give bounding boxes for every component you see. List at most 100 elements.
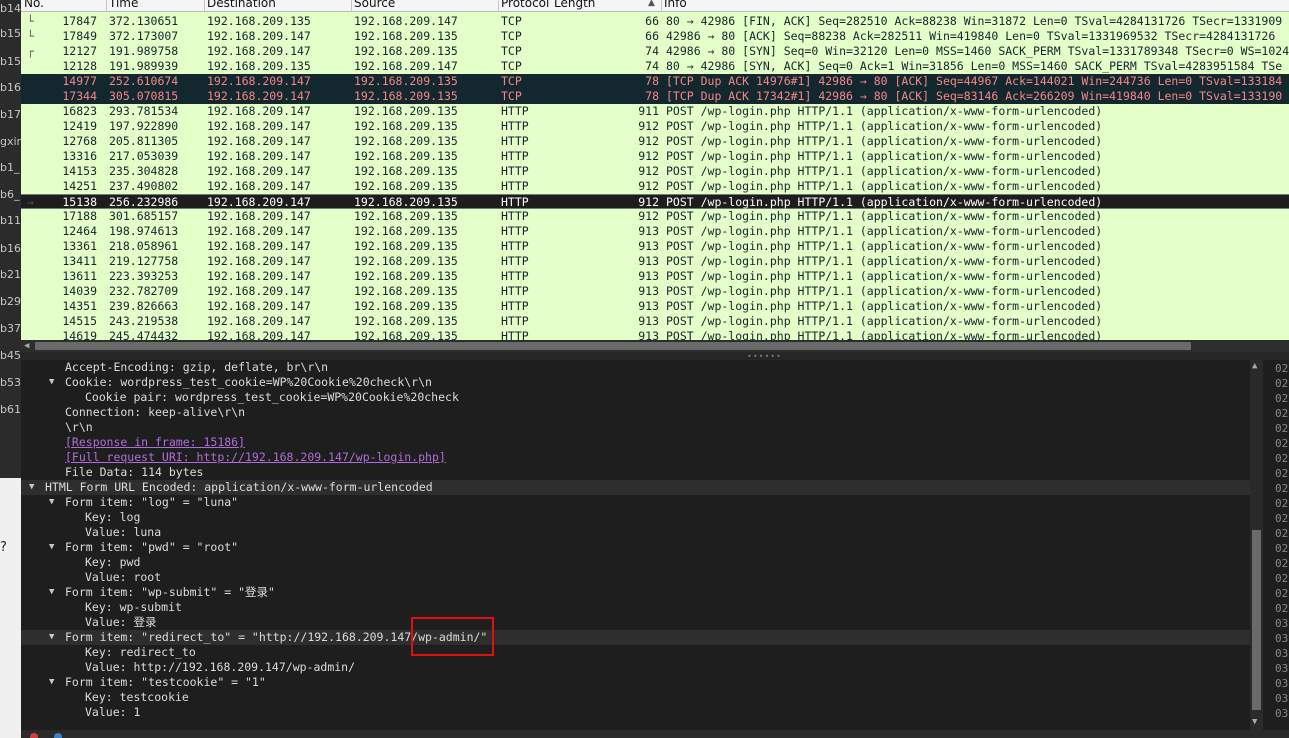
- background-window-label: b14: [0, 2, 21, 15]
- tree-leaf[interactable]: Value: luna: [21, 525, 1250, 540]
- expand-toggle-icon[interactable]: ▼: [49, 585, 59, 600]
- packet-row[interactable]: 14153 235.304828 192.168.209.147 192.168.20…: [21, 164, 1289, 179]
- packet-row[interactable]: └ 17847 372.130651 192.168.209.135 192.168.2…: [21, 14, 1289, 29]
- tree-leaf[interactable]: Key: pwd: [21, 555, 1250, 570]
- packet-number: 15138: [62, 195, 97, 209]
- capture-file-icon[interactable]: [54, 733, 62, 738]
- tree-leaf[interactable]: Key: testcookie: [21, 690, 1250, 705]
- packet-row[interactable]: 12768 205.811305 192.168.209.147 192.168.20…: [21, 134, 1289, 149]
- hscroll-thumb[interactable]: [35, 342, 1191, 350]
- tree-leaf[interactable]: Value: 登录: [21, 615, 1250, 630]
- tree-node[interactable]: ▼ Form item: "log" = "luna": [21, 495, 1250, 510]
- tree-leaf[interactable]: Key: log: [21, 510, 1250, 525]
- packet-row[interactable]: 14977 252.610674 192.168.209.147 192.168.20…: [21, 74, 1289, 89]
- tree-node[interactable]: ▼ Form item: "wp-submit" = "登录": [21, 585, 1250, 600]
- packet-row[interactable]: 16823 293.781534 192.168.209.147 192.168.20…: [21, 104, 1289, 119]
- packet-row[interactable]: 17344 305.070815 192.168.209.147 192.168.20…: [21, 89, 1289, 104]
- expand-toggle-icon[interactable]: ▼: [49, 495, 59, 510]
- packet-list-hscrollbar[interactable]: ◀: [21, 340, 1289, 352]
- tree-node[interactable]: ▼ Form item: "redirect_to" = "http://192.…: [21, 630, 1250, 645]
- scroll-down-icon[interactable]: ▼: [1252, 717, 1257, 727]
- packet-row[interactable]: ┌ 12127 191.989758 192.168.209.147 192.168.2…: [21, 44, 1289, 59]
- packet-protocol: HTTP: [501, 195, 529, 209]
- tree-text: Key: testcookie: [85, 690, 189, 704]
- expand-toggle-icon[interactable]: ▼: [29, 480, 39, 495]
- expert-info-icon[interactable]: [30, 733, 38, 738]
- packet-row[interactable]: 13411 219.127758 192.168.209.147 192.168.20…: [21, 254, 1289, 269]
- background-window-label: b16: [0, 242, 21, 255]
- col-time[interactable]: Time: [109, 0, 138, 10]
- packet-length: 913: [638, 269, 659, 283]
- packet-row[interactable]: 13611 223.393253 192.168.209.147 192.168.20…: [21, 269, 1289, 284]
- packet-row[interactable]: 17188 301.685157 192.168.209.147 192.168.20…: [21, 209, 1289, 224]
- tree-link-text[interactable]: [Response in frame: 15186]: [65, 435, 245, 450]
- packet-row[interactable]: 13316 217.053039 192.168.209.147 192.168.20…: [21, 149, 1289, 164]
- packet-destination: 192.168.209.147: [207, 44, 311, 58]
- bytes-offset: 02: [1275, 527, 1289, 540]
- packet-protocol: TCP: [501, 29, 522, 43]
- packet-row[interactable]: 12128 191.989939 192.168.209.135 192.168.20…: [21, 59, 1289, 74]
- background-window-label: b21: [0, 268, 21, 281]
- expand-toggle-icon[interactable]: ▼: [49, 630, 59, 645]
- packet-bytes-pane[interactable]: 02 02 02 02 02 02 02 02 02 02 02 02 02 02 02 02 02 03 03 03…: [1268, 360, 1289, 730]
- tree-leaf[interactable]: Value: 1: [21, 705, 1250, 720]
- scroll-left-icon[interactable]: ◀: [24, 340, 29, 352]
- packet-row[interactable]: 12464 198.974613 192.168.209.147 192.168.20…: [21, 224, 1289, 239]
- col-protocol[interactable]: Protocol: [501, 0, 549, 10]
- bytes-offset: 02: [1275, 542, 1289, 555]
- packet-time: 223.393253: [109, 269, 179, 283]
- tree-leaf[interactable]: Cookie pair: wordpress_test_cookie=WP%20…: [21, 390, 1250, 405]
- tree-leaf[interactable]: Accept-Encoding: gzip, deflate, br\r\n: [21, 360, 1250, 375]
- tree-leaf[interactable]: Connection: keep-alive\r\n: [21, 405, 1250, 420]
- col-source[interactable]: Source: [354, 0, 395, 10]
- vscroll-thumb[interactable]: [1252, 530, 1261, 710]
- tree-leaf[interactable]: File Data: 114 bytes: [21, 465, 1250, 480]
- bytes-offset: 02: [1275, 482, 1289, 495]
- col-info[interactable]: Info: [664, 0, 687, 10]
- pane-splitter[interactable]: ••••••: [21, 352, 1289, 361]
- packet-row-selected[interactable]: → 15138 256.232986 192.168.209.147 192.168.2…: [21, 194, 1289, 209]
- packet-row[interactable]: 14251 237.490802 192.168.209.147 192.168.20…: [21, 179, 1289, 194]
- tree-node[interactable]: ▼ Form item: "testcookie" = "1": [21, 675, 1250, 690]
- packet-destination: 192.168.209.147: [207, 74, 311, 88]
- tree-leaf[interactable]: [Response in frame: 15186]: [21, 435, 1250, 450]
- packet-rows: └ 17847 372.130651 192.168.209.135 192.168.2…: [21, 14, 1289, 344]
- tree-node[interactable]: ▼ HTML Form URL Encoded: application/x-ww…: [21, 480, 1250, 495]
- tree-text: Value: root: [85, 570, 162, 584]
- tree-leaf[interactable]: [Full request URI: http://192.168.209.14…: [21, 450, 1250, 465]
- packet-length: 78: [645, 89, 659, 103]
- packet-details-tree[interactable]: Accept-Encoding: gzip, deflate, br\r\n ▼ C…: [21, 360, 1250, 730]
- packet-destination: 192.168.209.147: [207, 134, 311, 148]
- packet-row[interactable]: 12419 197.922890 192.168.209.147 192.168.20…: [21, 119, 1289, 134]
- packet-length: 66: [645, 14, 659, 28]
- scroll-up-icon[interactable]: ▲: [1252, 361, 1257, 371]
- tree-node[interactable]: ▼ Cookie: wordpress_test_cookie=WP%20Cook…: [21, 375, 1250, 390]
- tree-leaf[interactable]: Value: root: [21, 570, 1250, 585]
- expand-toggle-icon[interactable]: ▼: [49, 675, 59, 690]
- col-length[interactable]: Length: [554, 0, 595, 10]
- col-no[interactable]: No.: [24, 0, 44, 10]
- details-vscrollbar[interactable]: ▲ ▼: [1250, 360, 1263, 730]
- packet-row[interactable]: 14351 239.826663 192.168.209.147 192.168.20…: [21, 299, 1289, 314]
- col-destination[interactable]: Destination: [207, 0, 276, 10]
- packet-list[interactable]: No. Time Destination Source Protocol Len…: [21, 0, 1289, 352]
- bytes-offset: 02: [1275, 602, 1289, 615]
- tree-node[interactable]: ▼ Form item: "pwd" = "root": [21, 540, 1250, 555]
- packet-length: 913: [638, 224, 659, 238]
- packet-row[interactable]: └ 17849 372.173007 192.168.209.147 192.168.2…: [21, 29, 1289, 44]
- tree-leaf[interactable]: Key: redirect_to: [21, 645, 1250, 660]
- packet-row[interactable]: 14039 232.782709 192.168.209.147 192.168.20…: [21, 284, 1289, 299]
- background-window-label: b37: [0, 322, 21, 335]
- tree-link-text[interactable]: [Full request URI: http://192.168.209.14…: [65, 450, 446, 465]
- packet-length: 912: [638, 119, 659, 133]
- packet-destination: 192.168.209.147: [207, 284, 311, 298]
- packet-info: POST /wp-login.php HTTP/1.1 (application…: [666, 149, 1103, 163]
- packet-row[interactable]: 14515 243.219538 192.168.209.147 192.168.20…: [21, 314, 1289, 329]
- expand-toggle-icon[interactable]: ▼: [49, 540, 59, 555]
- packet-row[interactable]: 13361 218.058961 192.168.209.147 192.168.20…: [21, 239, 1289, 254]
- tree-leaf[interactable]: Value: http://192.168.209.147/wp-admin/: [21, 660, 1250, 675]
- expand-toggle-icon[interactable]: ▼: [49, 375, 59, 390]
- tree-leaf[interactable]: \r\n: [21, 420, 1250, 435]
- tree-leaf[interactable]: Key: wp-submit: [21, 600, 1250, 615]
- bytes-offset: 02: [1275, 452, 1289, 465]
